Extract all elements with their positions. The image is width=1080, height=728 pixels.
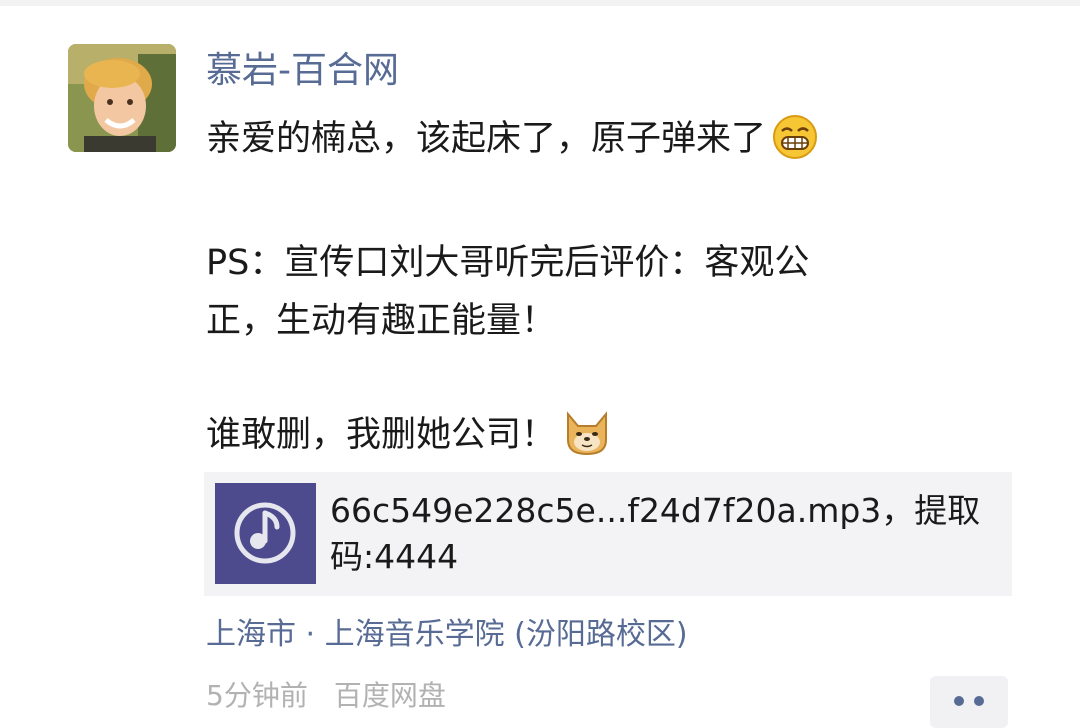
grin-emoji-icon bbox=[772, 114, 818, 178]
author-name[interactable]: 慕岩-百合网 bbox=[206, 46, 399, 96]
dot-icon bbox=[954, 696, 964, 706]
post-body: 亲爱的楠总，该起床了，原子弹来了 PS：宣传口刘大哥听完后评价：客观公 正，生动… bbox=[206, 110, 976, 474]
share-thumbnail bbox=[215, 483, 316, 584]
share-card[interactable]: 66c549e228c5e...f24d7f20a.mp3，提取码:4444 bbox=[204, 472, 1012, 596]
post-text: 亲爱的楠总，该起床了，原子弹来了 bbox=[206, 119, 767, 159]
music-note-icon bbox=[215, 483, 316, 584]
top-divider bbox=[0, 0, 1080, 6]
post-text: 谁敢删，我删她公司！ bbox=[206, 415, 557, 455]
more-actions-button[interactable] bbox=[930, 676, 1008, 728]
location-link[interactable]: 上海市 · 上海音乐学院 (汾阳路校区) bbox=[206, 612, 688, 658]
doge-emoji-icon bbox=[562, 410, 612, 474]
share-title: 66c549e228c5e...f24d7f20a.mp3，提取码:4444 bbox=[330, 491, 981, 576]
post-time: 5分钟前 bbox=[206, 679, 308, 712]
post-line: 亲爱的楠总，该起床了，原子弹来了 bbox=[206, 110, 976, 178]
post-line: 正，生动有趣正能量！ bbox=[206, 301, 557, 341]
post-meta: 5分钟前 百度网盘 bbox=[206, 676, 446, 716]
post-line: PS：宣传口刘大哥听完后评价：客观公 bbox=[206, 243, 810, 283]
post-source[interactable]: 百度网盘 bbox=[334, 679, 446, 712]
dot-icon bbox=[974, 696, 984, 706]
avatar[interactable] bbox=[68, 44, 176, 152]
post-line: 谁敢删，我删她公司！ bbox=[206, 406, 976, 474]
avatar-image bbox=[68, 44, 176, 152]
